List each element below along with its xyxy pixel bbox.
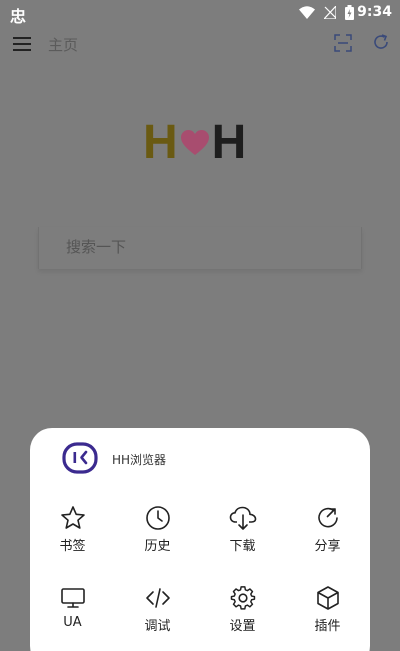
menu-item-history[interactable]: 历史 — [115, 504, 200, 584]
share-icon — [317, 507, 338, 528]
logo-letter-right: H — [211, 116, 247, 169]
menu-item-label: 插件 — [314, 619, 341, 634]
app-name: HH浏览器 — [112, 453, 167, 467]
search-placeholder: 搜索一下 — [66, 238, 127, 256]
menu-item-share[interactable]: 分享 — [285, 504, 370, 584]
star-icon — [60, 506, 85, 529]
heart-icon — [180, 130, 209, 155]
menu-item-bookmarks[interactable]: 书签 — [30, 504, 115, 584]
page-title: 主页 — [48, 36, 79, 54]
top-toolbar: 主页 — [0, 24, 400, 64]
browser-logo: H H — [143, 116, 263, 169]
status-icons — [299, 5, 354, 20]
monitor-icon — [60, 588, 85, 608]
menu-item-label: 设置 — [229, 619, 256, 634]
menu-item-label: 历史 — [144, 539, 171, 554]
app-logo-icon — [62, 442, 98, 474]
menu-item-settings[interactable]: 设置 — [200, 584, 285, 651]
hamburger-menu-icon[interactable] — [12, 34, 32, 54]
cube-icon — [316, 586, 339, 610]
clock-icon — [145, 506, 170, 530]
scan-icon[interactable] — [334, 34, 352, 52]
search-input[interactable]: 搜索一下 — [38, 227, 362, 269]
menu-item-debug[interactable]: 调试 — [115, 584, 200, 651]
code-icon — [145, 588, 170, 608]
menu-item-user-agent[interactable]: UA — [30, 584, 115, 651]
menu-item-label: 书签 — [59, 539, 86, 554]
status-bar: 忠 9:34 — [0, 0, 400, 26]
browser-menu-sheet: HH浏览器 书签 历史 下载 分享 UA 调试 设置 插件 — [30, 428, 370, 651]
battery-charging-icon — [345, 5, 354, 20]
status-time: 9:34 — [357, 4, 392, 20]
menu-item-label: 下载 — [229, 539, 256, 554]
menu-item-label: UA — [63, 615, 82, 630]
menu-grid: 书签 历史 下载 分享 UA 调试 设置 插件 — [30, 504, 370, 651]
no-signal-icon — [324, 6, 336, 19]
gear-icon — [230, 586, 255, 610]
menu-item-downloads[interactable]: 下载 — [200, 504, 285, 584]
cloud-download-icon — [229, 506, 256, 530]
menu-item-plugins[interactable]: 插件 — [285, 584, 370, 651]
menu-item-label: 分享 — [314, 539, 341, 554]
logo-letter-left: H — [143, 116, 178, 169]
refresh-icon[interactable] — [372, 33, 390, 51]
wifi-icon — [299, 6, 315, 19]
menu-item-label: 调试 — [144, 619, 171, 634]
